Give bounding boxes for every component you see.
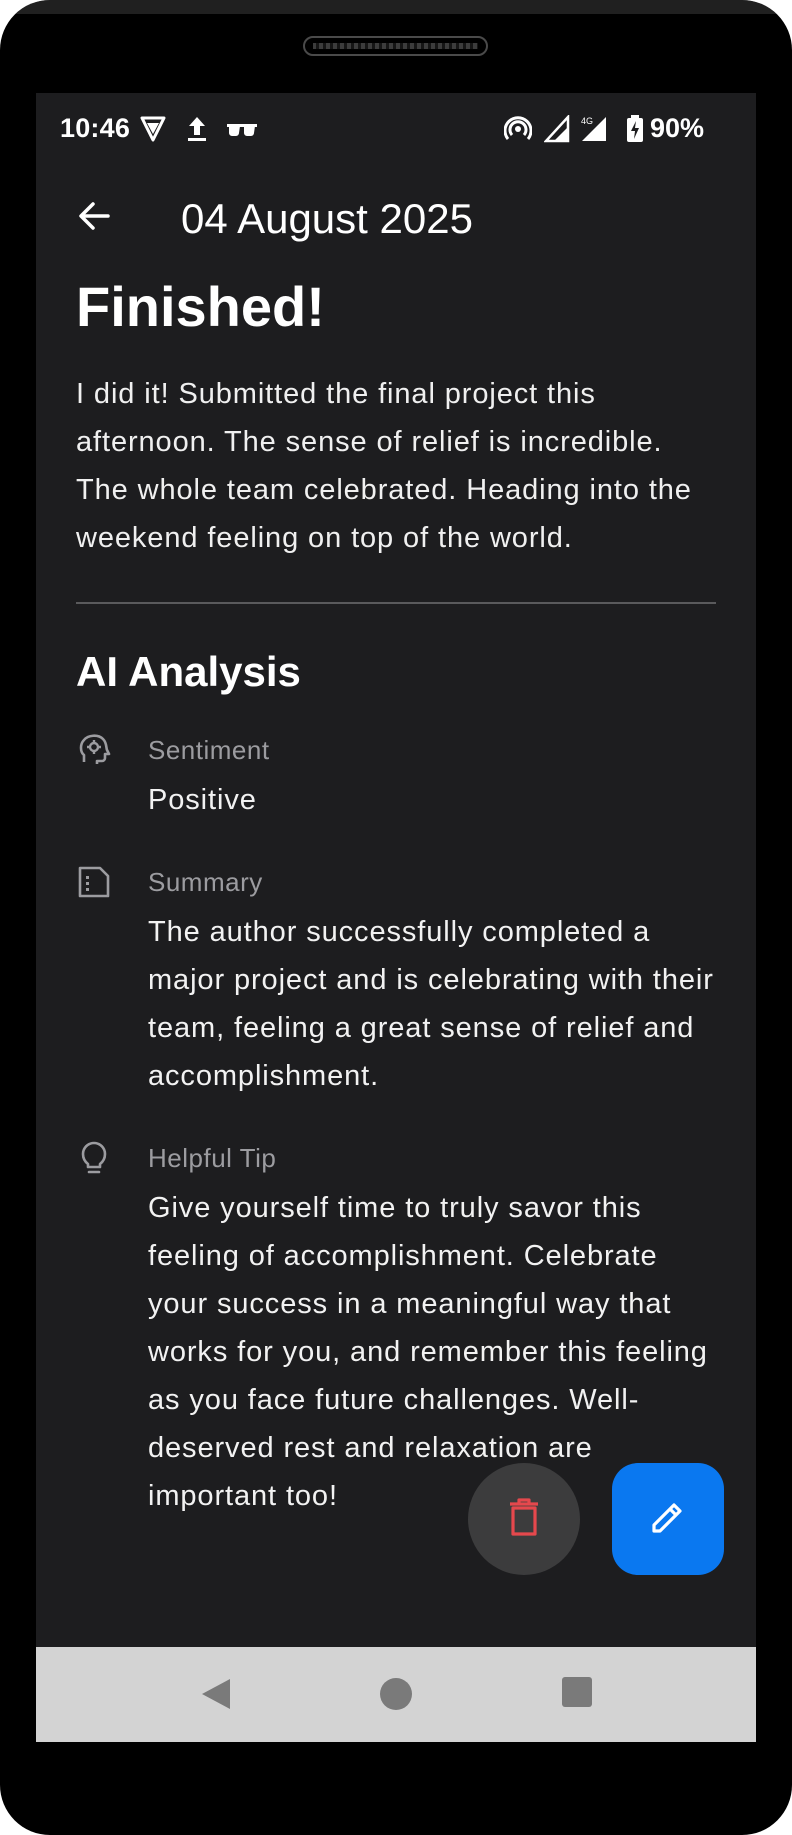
summary-document-icon — [76, 864, 112, 900]
vpn-shield-icon — [140, 115, 166, 150]
battery-charging-icon — [626, 115, 644, 150]
signal-icon — [543, 113, 570, 150]
entry-detail: Finished! I did it! Submitted the final … — [76, 263, 716, 1520]
earpiece-speaker — [303, 36, 488, 56]
entry-body: I did it! Submitted the final project th… — [76, 378, 692, 555]
app-screen: 10:46 4G 90% 04 August 2025 Finished! I … — [36, 93, 756, 1742]
summary-value: The author successfully completed a majo… — [148, 916, 714, 1093]
hotspot-icon — [503, 115, 533, 150]
delete-button[interactable] — [468, 1463, 580, 1575]
status-bar: 10:46 4G 90% — [36, 93, 756, 163]
nav-home-icon[interactable] — [379, 1677, 413, 1716]
nav-recents-icon[interactable] — [562, 1677, 592, 1712]
psychology-head-icon — [76, 732, 112, 768]
back-button[interactable] — [66, 190, 122, 246]
ai-analysis-heading: AI Analysis — [76, 648, 301, 696]
summary-label: Summary — [148, 867, 263, 898]
ai-item-summary: Summary The author successfully complete… — [76, 864, 716, 1100]
trash-icon — [506, 1497, 542, 1542]
entry-title: Finished! — [76, 275, 325, 338]
helpful-tip-label: Helpful Tip — [148, 1143, 277, 1174]
sentiment-label: Sentiment — [148, 735, 270, 766]
system-navigation-bar — [36, 1647, 756, 1742]
ai-analysis-list: Sentiment Positive Summary The author su… — [76, 732, 716, 1520]
ai-item-helpful-tip: Helpful Tip Give yourself time to truly … — [76, 1140, 716, 1520]
edit-button[interactable] — [612, 1463, 724, 1575]
app-bar: 04 August 2025 — [36, 173, 756, 263]
upload-icon — [186, 115, 208, 150]
nav-back-icon[interactable] — [200, 1677, 232, 1716]
sentiment-value: Positive — [148, 784, 257, 817]
status-time: 10:46 — [60, 113, 131, 143]
ai-item-sentiment: Sentiment Positive — [76, 732, 716, 824]
page-title: 04 August 2025 — [181, 195, 473, 242]
lightbulb-icon — [76, 1140, 112, 1176]
pencil-icon — [648, 1497, 688, 1542]
battery-percentage: 90% — [649, 113, 704, 143]
phone-frame: 10:46 4G 90% 04 August 2025 Finished! I … — [0, 0, 792, 1835]
lte-signal-icon: 4G — [580, 115, 608, 150]
incognito-glasses-icon — [226, 115, 258, 150]
divider — [76, 602, 716, 605]
arrow-left-icon — [76, 198, 112, 239]
svg-text:4G: 4G — [581, 116, 593, 126]
